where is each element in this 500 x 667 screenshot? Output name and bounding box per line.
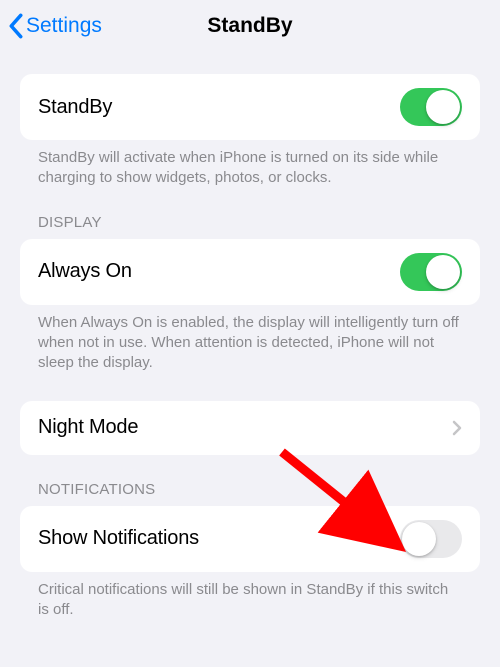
chevron-left-icon — [8, 13, 24, 39]
standby-row[interactable]: StandBy — [20, 74, 480, 140]
navigation-bar: Settings StandBy — [0, 0, 500, 52]
always-on-row[interactable]: Always On — [20, 239, 480, 305]
back-label: Settings — [26, 14, 102, 38]
always-on-label: Always On — [38, 260, 132, 283]
show-notifications-toggle[interactable] — [400, 520, 462, 558]
toggle-knob — [402, 522, 436, 556]
night-mode-label: Night Mode — [38, 416, 138, 439]
notifications-section-header: NOTIFICATIONS — [20, 455, 480, 506]
standby-footer: StandBy will activate when iPhone is tur… — [20, 140, 480, 188]
chevron-right-icon — [452, 420, 462, 436]
toggle-knob — [426, 90, 460, 124]
page-title: StandBy — [207, 14, 292, 38]
always-on-footer: When Always On is enabled, the display w… — [20, 305, 480, 373]
back-button[interactable]: Settings — [8, 13, 102, 39]
show-notifications-footer: Critical notifications will still be sho… — [20, 572, 480, 620]
content: StandBy StandBy will activate when iPhon… — [0, 52, 500, 620]
standby-label: StandBy — [38, 96, 112, 119]
toggle-knob — [426, 255, 460, 289]
night-mode-row[interactable]: Night Mode — [20, 401, 480, 455]
show-notifications-row[interactable]: Show Notifications — [20, 506, 480, 572]
always-on-toggle[interactable] — [400, 253, 462, 291]
display-section-header: DISPLAY — [20, 188, 480, 239]
standby-toggle[interactable] — [400, 88, 462, 126]
show-notifications-label: Show Notifications — [38, 527, 199, 550]
